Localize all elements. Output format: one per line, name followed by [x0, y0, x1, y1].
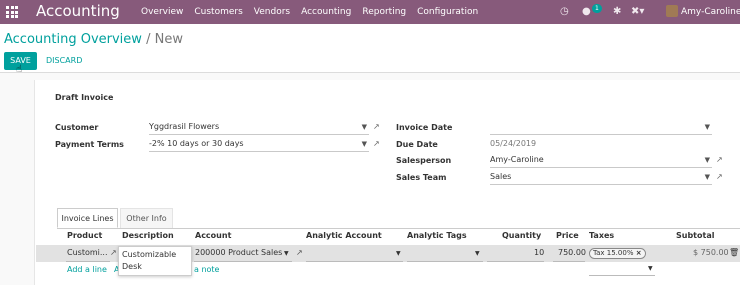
column-header-analytic-account: Analytic Account [306, 231, 382, 240]
breadcrumb-separator: / [146, 32, 151, 47]
breadcrumb-current: New [154, 32, 183, 47]
tools-icon[interactable]: ✖▾ [631, 6, 644, 18]
chevron-down-icon[interactable]: ▼ [705, 156, 710, 164]
menu-item-customers[interactable]: Customers [194, 0, 242, 24]
customer-field[interactable]: Yggdrasil Flowers ▼ [149, 122, 369, 135]
due-date-label: Due Date [396, 140, 438, 149]
column-header-account: Account [195, 231, 232, 240]
line-subtotal: $ 750.00 [693, 248, 729, 257]
tax-tag[interactable]: Tax 15.00% × [589, 248, 646, 259]
column-header-description: Description [122, 231, 174, 240]
message-count-badge: 1 [592, 4, 602, 13]
salesperson-value: Amy-Caroline [490, 155, 544, 164]
description-textarea[interactable]: Customizable Desk [118, 246, 192, 276]
column-header-subtotal: Subtotal [676, 231, 715, 240]
menu-item-reporting[interactable]: Reporting [362, 0, 406, 24]
menu-item-vendors[interactable]: Vendors [254, 0, 290, 24]
analytic-tags-underline [407, 261, 483, 262]
line-quantity-input[interactable]: 10 [534, 248, 544, 257]
line-account-input[interactable]: 200000 Product Sales [195, 248, 282, 257]
external-link-icon[interactable]: ↗ [373, 139, 380, 148]
payment-terms-field[interactable]: -2% 10 days or 30 days ▼ [149, 139, 369, 152]
quantity-underline [487, 261, 544, 262]
column-header-product: Product [67, 231, 103, 240]
menu-item-accounting[interactable]: Accounting [301, 0, 351, 24]
chevron-down-icon[interactable]: ▼ [475, 250, 480, 257]
chevron-down-icon[interactable]: ▼ [362, 123, 367, 131]
salesperson-field[interactable]: Amy-Caroline ▼ [490, 155, 712, 168]
analytic-account-underline [306, 261, 403, 262]
customer-label: Customer [55, 123, 99, 132]
chevron-down-icon[interactable]: ▼ [396, 250, 401, 257]
control-panel: Accounting Overview / New SAVE DISCARD [0, 24, 740, 73]
external-link-icon[interactable]: ↗ [716, 172, 723, 181]
breadcrumb-parent[interactable]: Accounting Overview [4, 32, 142, 47]
chevron-down-icon[interactable]: ▼ [284, 250, 289, 257]
external-link-icon[interactable]: ↗ [296, 248, 303, 257]
chevron-down-icon[interactable]: ▼ [362, 140, 367, 148]
column-header-analytic-tags: Analytic Tags [407, 231, 467, 240]
external-link-icon[interactable]: ↗ [110, 248, 117, 257]
sales-team-field[interactable]: Sales ▼ [490, 172, 712, 185]
app-brand[interactable]: Accounting [36, 2, 120, 20]
menu-item-overview[interactable]: Overview [141, 0, 183, 24]
top-navbar: Accounting Overview Customers Vendors Ac… [0, 0, 740, 24]
payment-terms-value: -2% 10 days or 30 days [149, 139, 244, 148]
due-date-value: 05/24/2019 [490, 139, 537, 148]
payment-terms-label: Payment Terms [55, 140, 124, 149]
external-link-icon[interactable]: ↗ [373, 122, 380, 131]
status-title: Draft Invoice [55, 93, 114, 102]
user-menu[interactable]: Amy-Caroline (s [681, 0, 740, 24]
column-header-price: Price [556, 231, 579, 240]
tab-invoice-lines[interactable]: Invoice Lines [57, 208, 118, 228]
main-menu: Overview Customers Vendors Accounting Re… [141, 0, 489, 24]
close-icon[interactable]: × [636, 249, 642, 257]
tax-tag-label: Tax 15.00% [593, 249, 634, 257]
sales-team-label: Sales Team [396, 173, 447, 182]
chevron-down-icon[interactable]: ▼ [705, 123, 710, 131]
description-line-2: Desk [122, 262, 142, 271]
mouse-cursor-icon: ☝ [16, 64, 23, 75]
tab-other-info[interactable]: Other Info [120, 208, 173, 228]
customer-value: Yggdrasil Flowers [149, 122, 220, 131]
clock-icon[interactable]: ◷ [560, 6, 569, 18]
apps-grid-icon[interactable] [6, 6, 18, 18]
account-underline [194, 261, 292, 262]
product-underline [66, 261, 110, 262]
price-underline [553, 261, 585, 262]
salesperson-label: Salesperson [396, 156, 452, 165]
bug-icon[interactable]: ✱ [613, 6, 621, 18]
add-line-link[interactable]: Add a line [67, 265, 107, 274]
column-header-quantity: Quantity [502, 231, 542, 240]
column-header-taxes: Taxes [589, 231, 615, 240]
menu-item-configuration[interactable]: Configuration [417, 0, 478, 24]
line-product-input[interactable]: Customi... [67, 248, 108, 257]
taxes-underline [589, 275, 655, 276]
external-link-icon[interactable]: ↗ [716, 155, 723, 164]
discard-button[interactable]: DISCARD [46, 52, 82, 70]
breadcrumb: Accounting Overview / New [4, 32, 183, 47]
chat-icon[interactable]: ● [582, 6, 591, 18]
avatar[interactable] [666, 5, 678, 17]
add-note-link[interactable]: a note [194, 265, 219, 274]
chevron-down-icon[interactable]: ▼ [705, 173, 710, 181]
line-price-input[interactable]: 750.00 [558, 248, 586, 257]
invoice-date-field[interactable]: ▼ [490, 122, 712, 135]
trash-icon[interactable]: 🗑 [729, 248, 739, 257]
sales-team-value: Sales [490, 172, 512, 181]
description-line-1: Customizable [122, 250, 177, 259]
invoice-date-label: Invoice Date [396, 123, 453, 132]
chevron-down-icon[interactable]: ▼ [648, 265, 653, 272]
